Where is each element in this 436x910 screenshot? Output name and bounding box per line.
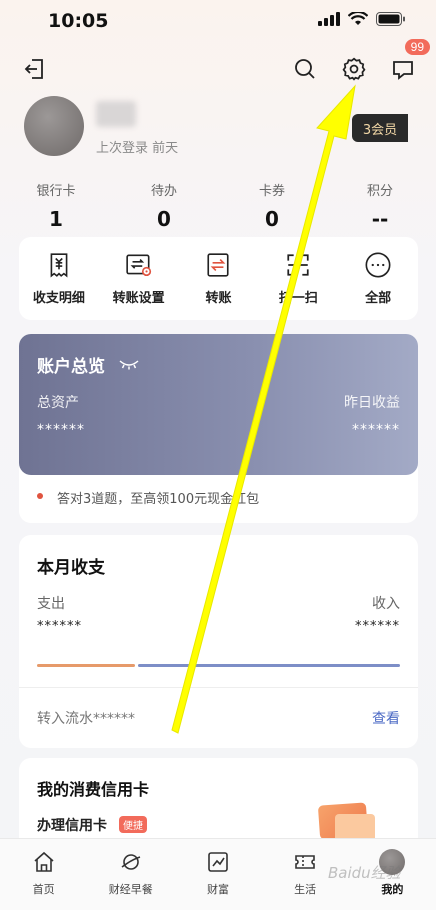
yesterday-income-label: 昨日收益 [344,395,400,411]
stat-label: 银行卡 [36,184,76,199]
gear-icon[interactable] [339,54,369,84]
stat-label: 积分 [366,184,393,199]
promo-text[interactable]: 答对3道题，至高领100元现金红包 [57,488,259,507]
stat-value: -- [371,207,389,231]
income-label: 收入 [372,596,400,612]
total-assets-value: ****** [37,422,85,438]
message-badge: 99 [404,39,430,55]
signal-icon [318,12,340,26]
account-overview-section: 账户总览 总资产 昨日收益 ****** ****** 答对3道题，至高领100… [19,334,418,523]
more-icon [364,251,392,279]
stat-coupons[interactable]: 卡券 0 [232,180,312,231]
quick-action-all[interactable]: 全部 [339,251,417,306]
scan-icon [284,251,312,279]
stat-value: 0 [157,207,171,231]
credit-card-title: 我的消费信用卡 [37,780,150,799]
transfer-settings-icon [125,251,153,279]
monthly-title: 本月收支 [37,558,105,578]
view-link[interactable]: 查看 [372,708,400,728]
search-icon[interactable] [290,54,320,84]
nav-label: 我的 [381,883,404,896]
status-icons [318,12,406,26]
wifi-icon [348,12,368,25]
quick-action-label: 全部 [365,291,392,306]
expense-bar [37,664,135,667]
quick-action-label: 收支明细 [32,291,85,306]
nav-finance-breakfast[interactable]: 财经早餐 [87,839,174,910]
apply-credit-card[interactable]: 办理信用卡 [37,815,107,835]
battery-icon [376,12,405,26]
nav-label: 生活 [294,883,317,896]
stat-label: 待办 [150,184,177,199]
nav-label: 财经早餐 [108,883,153,896]
quick-action-label: 扫一扫 [278,291,318,306]
quick-action-transfer[interactable]: 转账 [179,251,257,306]
nav-label: 财富 [206,883,229,896]
promo-dot [37,493,43,499]
quick-actions-card: 收支明细 转账设置 转账 扫一扫 全部 [19,237,418,320]
user-name-blurred [96,101,136,127]
expense-label: 支出 [37,596,65,612]
income-bar [138,664,400,667]
planet-icon [118,849,144,875]
status-time: 10:05 [48,10,109,32]
last-login-text: 上次登录 前天 [96,141,179,156]
chart-icon [205,849,231,875]
logout-icon[interactable] [20,54,50,84]
account-overview-title: 账户总览 [37,357,105,377]
avatar[interactable] [24,96,84,156]
quick-action-scan[interactable]: 扫一扫 [259,251,337,306]
expense-value: ****** [37,619,82,634]
eye-closed-icon[interactable] [119,356,139,375]
divider [19,687,418,688]
quick-action-transfer-settings[interactable]: 转账设置 [100,251,178,306]
message-icon[interactable]: 99 [388,39,430,84]
nav-wealth[interactable]: 财富 [174,839,261,910]
quick-action-label: 转账设置 [112,291,165,306]
account-overview-card[interactable]: 账户总览 总资产 昨日收益 ****** ****** [19,334,418,475]
nav-label: 首页 [32,883,55,896]
stat-todo[interactable]: 待办 0 [124,180,204,231]
transfer-icon [204,251,232,279]
stat-points[interactable]: 积分 -- [340,180,420,231]
stat-value: 0 [265,207,279,231]
transfer-in-flow: 转入流水****** [37,711,135,727]
total-assets-label: 总资产 [37,395,79,411]
convenient-tag: 便捷 [119,816,147,833]
member-badge[interactable]: 3会员 [352,114,408,142]
watermark: Baidu经验 [328,864,401,882]
yesterday-income-value: ****** [352,422,400,438]
nav-home[interactable]: 首页 [0,839,87,910]
receipt-icon [45,251,73,279]
quick-action-label: 转账 [205,291,232,306]
stat-value: 1 [49,207,63,231]
quick-action-receipt[interactable]: 收支明细 [20,251,98,306]
stat-bank-card[interactable]: 银行卡 1 [16,180,96,231]
home-icon [31,849,57,875]
monthly-summary-card: 本月收支 支出 收入 ****** ****** 转入流水****** 查看 [19,535,418,748]
ticket-icon [292,849,318,875]
income-value: ****** [355,619,400,634]
stat-label: 卡券 [258,184,285,199]
